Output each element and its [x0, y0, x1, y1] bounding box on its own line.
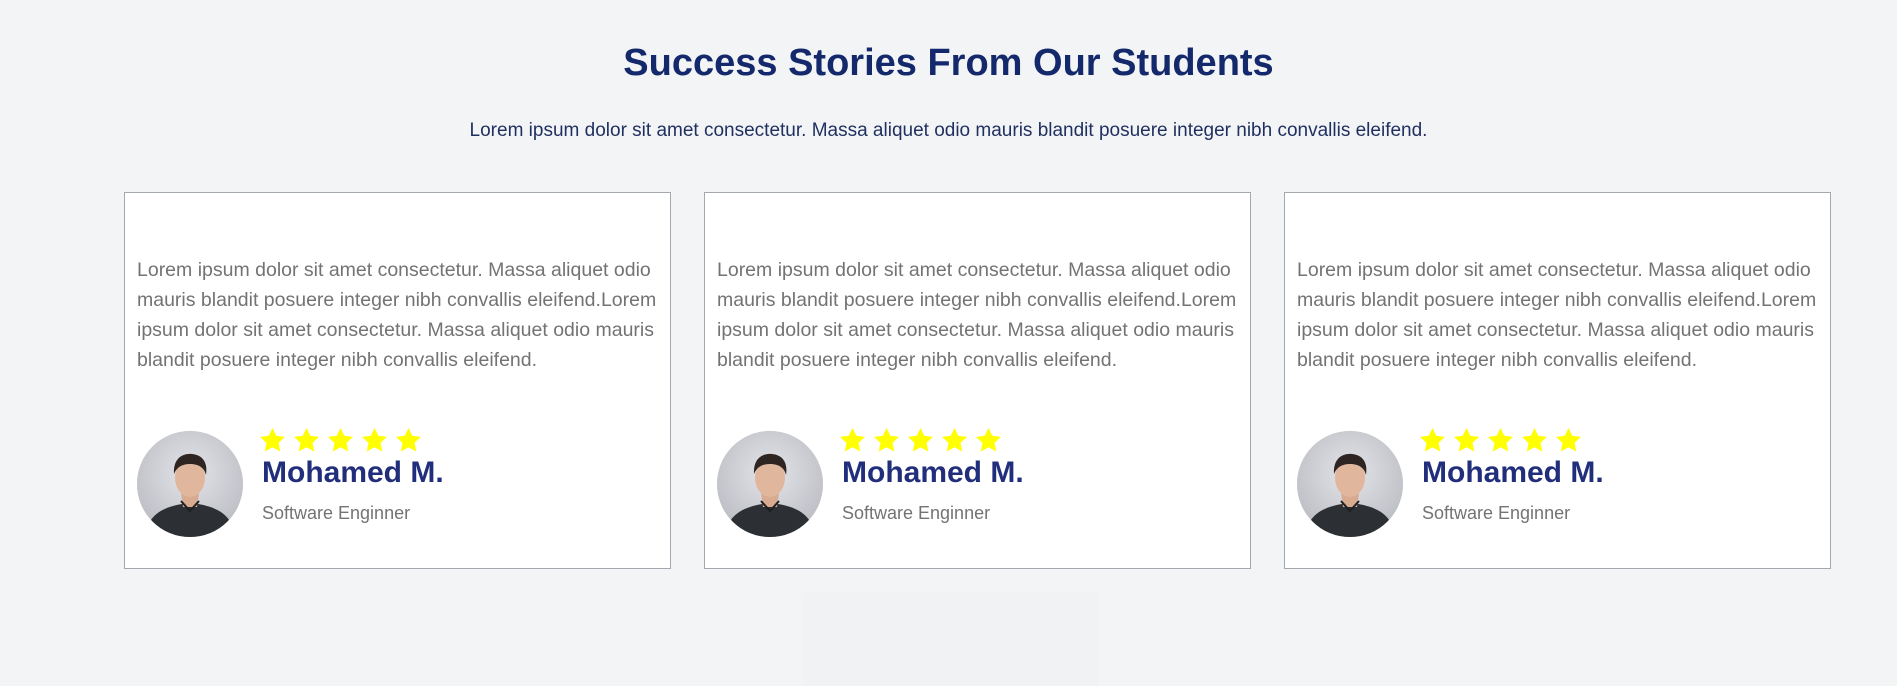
person-name: Mohamed M.: [842, 456, 1024, 489]
star-icon: [1420, 427, 1445, 452]
person-avatar-icon: [717, 431, 823, 537]
section-subtitle: Lorem ipsum dolor sit amet consectetur. …: [469, 120, 1428, 141]
star-icon: [1454, 427, 1479, 452]
rating-stars: [838, 426, 1003, 456]
person-avatar-icon: [1297, 431, 1403, 537]
star-icon: [362, 427, 387, 452]
avatar: [717, 431, 823, 537]
section-title: Success Stories From Our Students: [623, 42, 1274, 84]
star-icon: [908, 427, 933, 452]
star-icon: [1488, 427, 1513, 452]
testimonial-quote: Lorem ipsum dolor sit amet consectetur. …: [717, 259, 1237, 371]
avatar: [1297, 431, 1403, 537]
star-icon: [942, 427, 967, 452]
person-avatar-icon: [137, 431, 243, 537]
star-icon: [328, 427, 353, 452]
testimonial-quote: Lorem ipsum dolor sit amet consectetur. …: [1297, 259, 1817, 371]
avatar: [137, 431, 243, 537]
star-icon: [976, 427, 1001, 452]
rating-stars: [1418, 426, 1583, 456]
star-icon: [1522, 427, 1547, 452]
rating-stars: [258, 426, 423, 456]
testimonial-card: Lorem ipsum dolor sit amet consectetur. …: [704, 192, 1251, 569]
testimonial-card: Lorem ipsum dolor sit amet consectetur. …: [1284, 192, 1831, 569]
person-role: Software Enginner: [262, 503, 411, 523]
person-name: Mohamed M.: [1422, 456, 1604, 489]
testimonial-cards: Lorem ipsum dolor sit amet consectetur. …: [124, 192, 1835, 571]
star-icon: [294, 427, 319, 452]
faded-background-block: [803, 592, 1098, 686]
star-icon: [1556, 427, 1581, 452]
testimonial-card: Lorem ipsum dolor sit amet consectetur. …: [124, 192, 671, 569]
star-icon: [260, 427, 285, 452]
person-role: Software Enginner: [1422, 503, 1571, 523]
star-icon: [874, 427, 899, 452]
star-icon: [840, 427, 865, 452]
person-name: Mohamed M.: [262, 456, 444, 489]
star-icon: [396, 427, 421, 452]
testimonial-quote: Lorem ipsum dolor sit amet consectetur. …: [137, 259, 657, 371]
person-role: Software Enginner: [842, 503, 991, 523]
